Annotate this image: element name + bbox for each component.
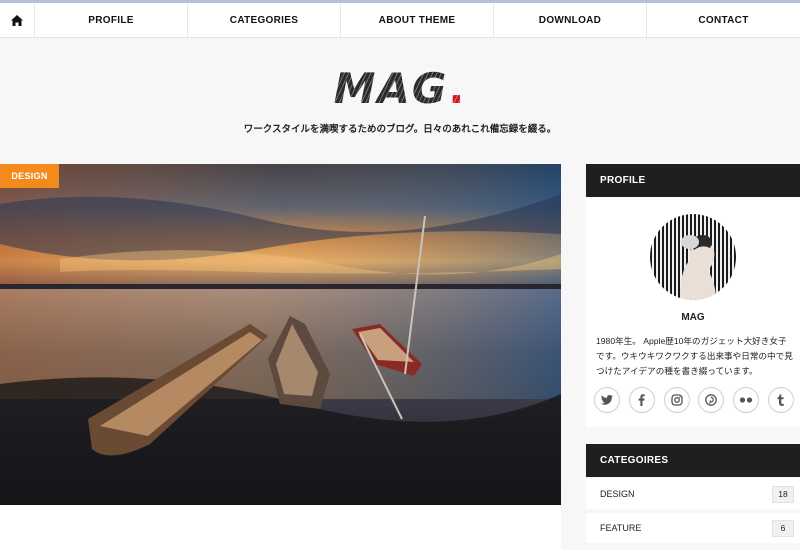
nav-item-contact[interactable]: CONTACT — [647, 3, 800, 38]
avatar — [650, 214, 736, 300]
logo-dot: . — [448, 64, 467, 113]
social-links — [594, 387, 794, 413]
profile-widget-heading: PROFILE — [586, 164, 800, 197]
nav-item-download[interactable]: DOWNLOAD — [494, 3, 647, 38]
global-nav: PROFILE CATEGORIES ABOUT THEME DOWNLOAD … — [0, 3, 800, 38]
featured-image[interactable] — [0, 164, 561, 505]
home-icon — [11, 15, 23, 26]
category-label: DESIGN — [600, 489, 635, 499]
category-count: 6 — [772, 519, 794, 537]
category-badge[interactable]: DESIGN — [0, 164, 59, 188]
profile-widget: MAG 1980年生。 Apple歴10年のガジェット大好き女子です。ウキウキワ… — [586, 197, 800, 427]
twitter-icon[interactable] — [594, 387, 620, 413]
pinterest-icon[interactable] — [698, 387, 725, 413]
category-item-feature[interactable]: FEATURE 6 — [586, 513, 800, 543]
site-logo[interactable]: MAG. — [333, 68, 467, 110]
category-count: 18 — [772, 485, 794, 503]
nav-item-profile[interactable]: PROFILE — [35, 3, 188, 38]
facebook-icon[interactable] — [628, 387, 655, 413]
logo-text: MAG — [333, 64, 449, 113]
instagram-icon[interactable] — [663, 387, 690, 413]
post-footer-area — [0, 505, 561, 550]
profile-name: MAG — [681, 312, 705, 323]
nav-item-about-theme[interactable]: ABOUT THEME — [341, 3, 494, 38]
nav-item-categories[interactable]: CATEGORIES — [188, 3, 341, 38]
categories-widget-heading: CATEGOIRES — [586, 444, 800, 477]
home-button[interactable] — [0, 3, 35, 38]
site-tagline: ワークスタイルを満喫するためのブログ。日々のあれこれ備忘録を綴る。 — [243, 124, 557, 135]
profile-bio: 1980年生。 Apple歴10年のガジェット大好き女子です。ウキウキワクワクす… — [596, 336, 793, 376]
flickr-icon[interactable] — [733, 387, 760, 413]
site-logo-wrap: MAG. — [0, 68, 800, 110]
category-label: FEATURE — [600, 523, 642, 533]
category-item-design[interactable]: DESIGN 18 — [586, 479, 800, 509]
tumblr-icon[interactable] — [767, 387, 794, 413]
